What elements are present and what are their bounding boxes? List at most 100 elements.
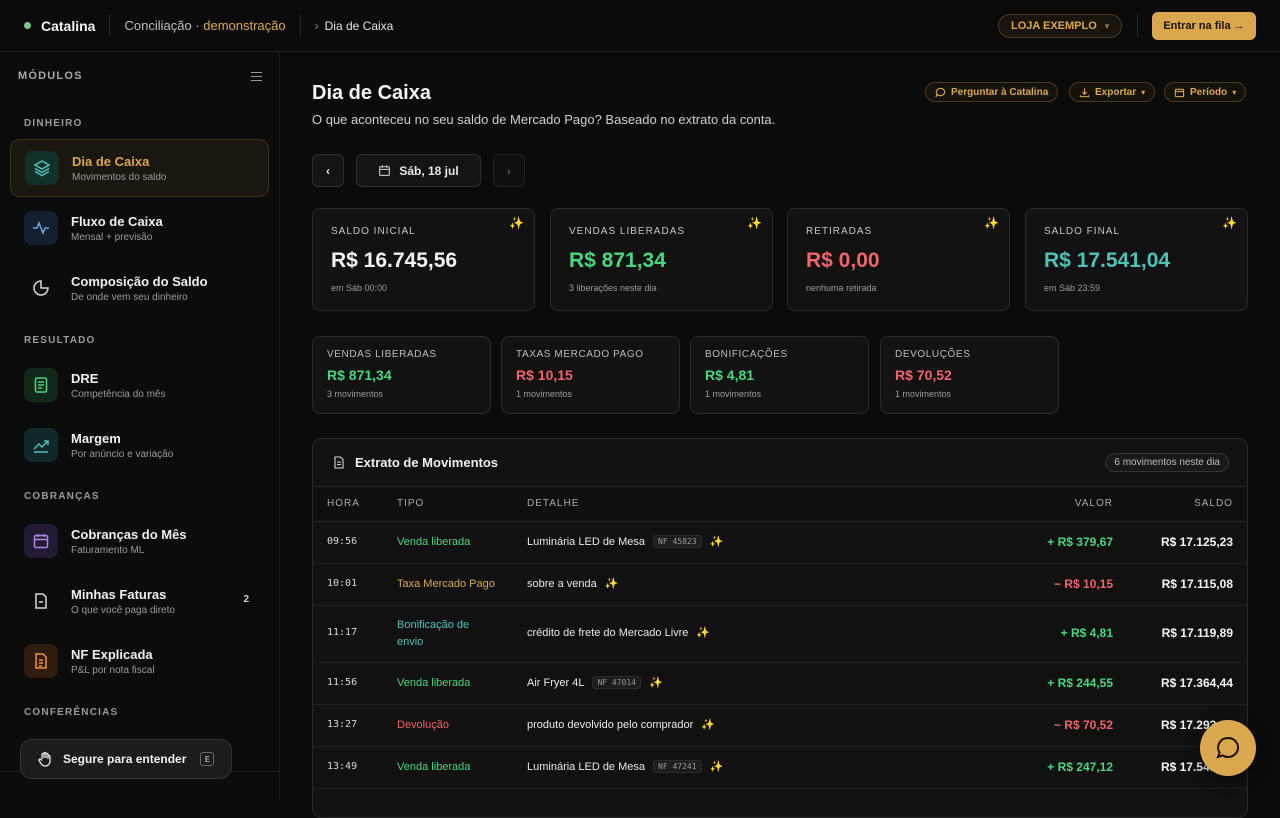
divider	[299, 14, 301, 37]
cell-detalhe: Luminária LED de Mesa NF 45823 ✨	[527, 535, 723, 548]
mini-card-value: R$ 70,52	[895, 367, 952, 383]
card-footnote: em Sáb 00:00	[331, 283, 388, 293]
breadcrumb-demo-label: demonstração	[203, 18, 286, 33]
period-button[interactable]: Período ▾	[1164, 82, 1247, 102]
sparkle-icon[interactable]: ✨	[509, 216, 524, 230]
column-tipo[interactable]: TIPO	[397, 498, 424, 509]
sparkle-icon[interactable]: ✨	[605, 577, 619, 590]
invoice-tag[interactable]: NF 45823	[653, 535, 702, 548]
card-label: RETIRADAS	[806, 226, 873, 237]
detail-text: Luminária LED de Mesa	[527, 760, 646, 773]
column-valor[interactable]: VALOR	[1075, 498, 1113, 509]
sidebar-item-cobrancas-do-mes[interactable]: Cobranças do Mês Faturamento ML	[10, 512, 269, 570]
previous-day-button[interactable]: ‹	[312, 154, 344, 187]
breadcrumb-module[interactable]: Conciliação · demonstração	[124, 18, 285, 33]
ask-catalina-button[interactable]: Perguntar à Catalina	[925, 82, 1059, 102]
sidebar-header: MÓDULOS	[18, 70, 83, 82]
sparkle-icon[interactable]: ✨	[747, 216, 762, 230]
sparkle-icon[interactable]: ✨	[1222, 216, 1237, 230]
next-day-button[interactable]: ›	[493, 154, 525, 187]
sidebar-item-dre[interactable]: DRE Competência do mês	[10, 356, 269, 414]
mini-card-vendas-liberadas: VENDAS LIBERADAS R$ 871,34 3 movimentos	[312, 336, 491, 414]
sidebar-item-subtitle: Competência do mês	[71, 388, 166, 400]
file-icon	[24, 584, 58, 618]
cell-tipo: Taxa Mercado Pago	[397, 578, 495, 590]
export-button[interactable]: Exportar ▾	[1069, 82, 1156, 102]
summary-card-vendas-liberadas: VENDAS LIBERADAS ✨ R$ 871,34 3 liberaçõe…	[550, 208, 773, 311]
sidebar-item-fluxo-de-caixa[interactable]: Fluxo de Caixa Mensal + previsão	[10, 199, 269, 257]
export-label: Exportar	[1095, 86, 1137, 98]
report-icon	[24, 368, 58, 402]
page-subtitle: O que aconteceu no seu saldo de Mercado …	[312, 112, 776, 127]
divider	[1137, 15, 1138, 37]
section-cobrancas: COBRANÇAS	[24, 491, 100, 502]
cell-tipo: Bonificação de envio	[397, 619, 470, 648]
ask-label: Perguntar à Catalina	[951, 86, 1049, 98]
chevron-down-icon: ▾	[1141, 87, 1146, 97]
hamburger-menu-icon[interactable]	[251, 72, 262, 81]
sidebar-item-nf-explicada[interactable]: NF Explicada P&L por nota fiscal	[10, 632, 269, 690]
hold-button-label: Segure para entender	[63, 752, 187, 766]
mini-card-devolucoes: DEVOLUÇÕES R$ 70,52 1 movimentos	[880, 336, 1059, 414]
sparkle-icon[interactable]: ✨	[649, 676, 663, 689]
sidebar-item-margem[interactable]: Margem Por anúncio e variação	[10, 416, 269, 474]
cell-valor: + R$ 247,12	[1047, 760, 1113, 774]
cell-tipo: Venda liberada	[397, 677, 471, 689]
cell-hora: 11:17	[327, 627, 358, 638]
sidebar-item-minhas-faturas[interactable]: Minhas Faturas O que você paga direto 2	[10, 572, 269, 630]
sidebar-item-title: NF Explicada	[71, 646, 153, 662]
layers-icon	[25, 151, 59, 185]
chat-bubble-icon	[935, 87, 946, 97]
download-icon	[1079, 87, 1090, 97]
table-row[interactable]: 13:27 Devolução produto devolvido pelo c…	[313, 705, 1247, 747]
cell-valor: + R$ 244,55	[1047, 676, 1113, 690]
ledger-title: Extrato de Movimentos	[355, 455, 499, 470]
mini-card-value: R$ 871,34	[327, 367, 392, 383]
card-footnote: 3 liberações neste dia	[569, 283, 657, 293]
mini-card-value: R$ 10,15	[516, 367, 573, 383]
main-content: Dia de Caixa O que aconteceu no seu sald…	[280, 52, 1280, 818]
count-badge: 2	[243, 594, 249, 605]
brand[interactable]: Catalina	[24, 18, 95, 34]
mini-card-value: R$ 4,81	[705, 367, 755, 383]
hold-to-explain-button[interactable]: Segure para entender E	[20, 739, 232, 779]
cell-tipo: Devolução	[397, 719, 449, 731]
document-icon	[334, 456, 344, 469]
column-saldo[interactable]: SALDO	[1194, 498, 1233, 509]
breadcrumb-module-label: Conciliação ·	[124, 18, 204, 33]
cell-tipo: Venda liberada	[397, 761, 471, 773]
chat-assistant-button[interactable]	[1200, 720, 1256, 776]
pie-chart-icon	[24, 271, 58, 305]
cell-detalhe: produto devolvido pelo comprador ✨	[527, 718, 715, 732]
store-selector[interactable]: LOJA EXEMPLO ▾	[998, 14, 1123, 38]
sparkle-icon[interactable]: ✨	[984, 216, 999, 230]
sparkle-icon[interactable]: ✨	[701, 718, 715, 731]
table-row[interactable]: 11:56 Venda liberada Air Fryer 4L NF 470…	[313, 663, 1247, 705]
date-picker[interactable]: Sáb, 18 jul	[356, 154, 481, 187]
summary-card-saldo-final: SALDO FINAL ✨ R$ 17.541,04 em Sáb 23:59	[1025, 208, 1248, 311]
breadcrumb-page-label: Dia de Caixa	[324, 18, 394, 33]
invoice-tag[interactable]: NF 47014	[592, 676, 641, 689]
mini-card-label: TAXAS MERCADO PAGO	[516, 349, 644, 360]
enter-queue-button[interactable]: Entrar na fila →	[1152, 12, 1256, 40]
invoice-tag[interactable]: NF 47241	[653, 760, 702, 773]
page-title: Dia de Caixa	[312, 82, 431, 104]
column-hora[interactable]: HORA	[327, 498, 360, 509]
sparkle-icon[interactable]: ✨	[710, 535, 724, 548]
sidebar-item-title: Composição do Saldo	[71, 273, 208, 289]
calendar-icon	[379, 165, 391, 176]
table-row[interactable]: 11:17 Bonificação de envio crédito de fr…	[313, 606, 1247, 663]
sidebar-item-subtitle: Mensal + previsão	[71, 231, 153, 243]
table-row[interactable]: 13:49 Venda liberada Luminária LED de Me…	[313, 747, 1247, 789]
sparkle-icon[interactable]: ✨	[696, 626, 710, 639]
sparkle-icon[interactable]: ✨	[710, 760, 724, 773]
column-detalhe[interactable]: DETALHE	[527, 498, 579, 509]
sidebar-item-title: Dia de Caixa	[72, 153, 150, 169]
table-row[interactable]: 10:01 Taxa Mercado Pago sobre a venda ✨ …	[313, 564, 1247, 606]
card-footnote: em Sáb 23:59	[1044, 283, 1101, 293]
cell-valor: + R$ 4,81	[1060, 626, 1113, 640]
sidebar-item-dia-de-caixa[interactable]: Dia de Caixa Movimentos do saldo	[10, 139, 269, 197]
sidebar-item-subtitle: Por anúncio e variação	[71, 448, 174, 460]
sidebar-item-composicao-do-saldo[interactable]: Composição do Saldo De onde vem seu dinh…	[10, 259, 269, 317]
table-row[interactable]: 09:56 Venda liberada Luminária LED de Me…	[313, 522, 1247, 564]
